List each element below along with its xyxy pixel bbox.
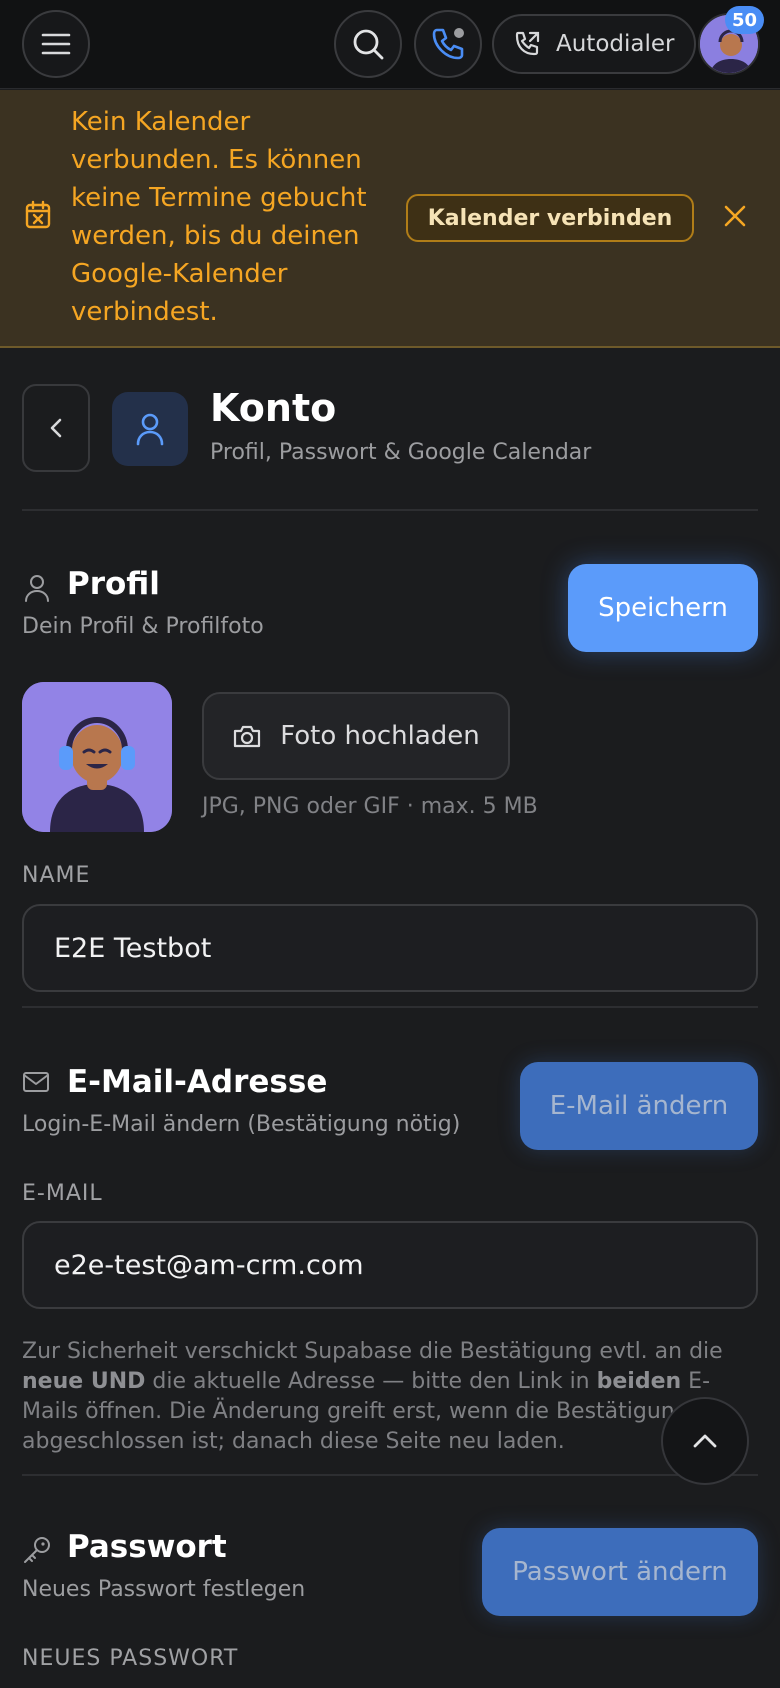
note-emphasis: neue UND	[22, 1369, 146, 1394]
key-icon	[24, 1537, 50, 1563]
profile-section-subtitle: Dein Profil & Profilfoto	[22, 614, 264, 639]
top-bar: Autodialer 50	[0, 0, 780, 89]
save-button[interactable]: Speichern	[568, 564, 758, 652]
change-email-button[interactable]: E-Mail ändern	[520, 1062, 758, 1150]
name-label: NAME	[22, 863, 91, 888]
scroll-to-top-button[interactable]	[661, 1397, 749, 1485]
profile-photo	[22, 682, 172, 832]
note-emphasis: beiden	[596, 1369, 682, 1394]
password-section-title: Passwort	[67, 1529, 227, 1565]
chevron-left-icon	[50, 418, 62, 438]
mail-icon	[23, 1072, 49, 1092]
name-field[interactable]: E2E Testbot	[22, 904, 758, 992]
phone-outgoing-icon	[515, 31, 540, 56]
autodialer-label: Autodialer	[556, 31, 675, 57]
back-button[interactable]	[22, 384, 90, 472]
banner-message: Kein Kalender verbunden. Es können keine…	[71, 107, 367, 327]
email-change-note: Zur Sicherheit verschickt Supabase die B…	[22, 1337, 742, 1457]
camera-icon	[234, 725, 261, 748]
autodialer-button[interactable]: Autodialer	[492, 14, 697, 74]
hamburger-icon	[41, 33, 71, 55]
page-title: Konto	[210, 386, 337, 430]
search-button[interactable]	[334, 10, 402, 78]
phone-icon	[432, 28, 464, 60]
menu-button[interactable]	[22, 10, 90, 78]
email-section-title: E-Mail-Adresse	[67, 1064, 328, 1100]
email-value: e2e-test@am-crm.com	[54, 1249, 364, 1281]
connect-calendar-button[interactable]: Kalender verbinden	[406, 194, 694, 242]
section-divider	[22, 1474, 758, 1476]
name-value: E2E Testbot	[54, 932, 212, 964]
search-icon	[353, 29, 384, 60]
close-icon[interactable]	[722, 203, 748, 229]
email-section-subtitle: Login-E-Mail ändern (Bestätigung nötig)	[22, 1112, 461, 1137]
user-icon	[136, 413, 164, 446]
upload-photo-button[interactable]: Foto hochladen	[202, 692, 510, 780]
user-icon	[25, 575, 49, 602]
note-text: Zur Sicherheit verschickt Supabase die B…	[22, 1339, 723, 1364]
page-subtitle: Profil, Passwort & Google Calendar	[210, 440, 592, 465]
account-header-icon	[112, 392, 188, 466]
chevron-up-icon	[693, 1434, 717, 1448]
email-label: E-MAIL	[22, 1181, 103, 1206]
header-divider	[22, 509, 758, 511]
section-divider	[22, 1006, 758, 1008]
phone-button[interactable]	[414, 10, 482, 78]
password-section-subtitle: Neues Passwort festlegen	[22, 1577, 306, 1602]
avatar-illustration-icon	[22, 682, 172, 832]
note-text: die aktuelle Adresse — bitte den Link in	[145, 1369, 597, 1394]
notification-badge: 50	[725, 6, 765, 34]
upload-hint: JPG, PNG oder GIF · max. 5 MB	[202, 794, 538, 819]
email-field[interactable]: e2e-test@am-crm.com	[22, 1221, 758, 1309]
profile-section-title: Profil	[67, 566, 160, 602]
upload-photo-label: Foto hochladen	[280, 721, 480, 751]
change-password-button[interactable]: Passwort ändern	[482, 1528, 758, 1616]
new-password-label: NEUES PASSWORT	[22, 1646, 239, 1671]
calendar-x-icon	[25, 200, 51, 229]
